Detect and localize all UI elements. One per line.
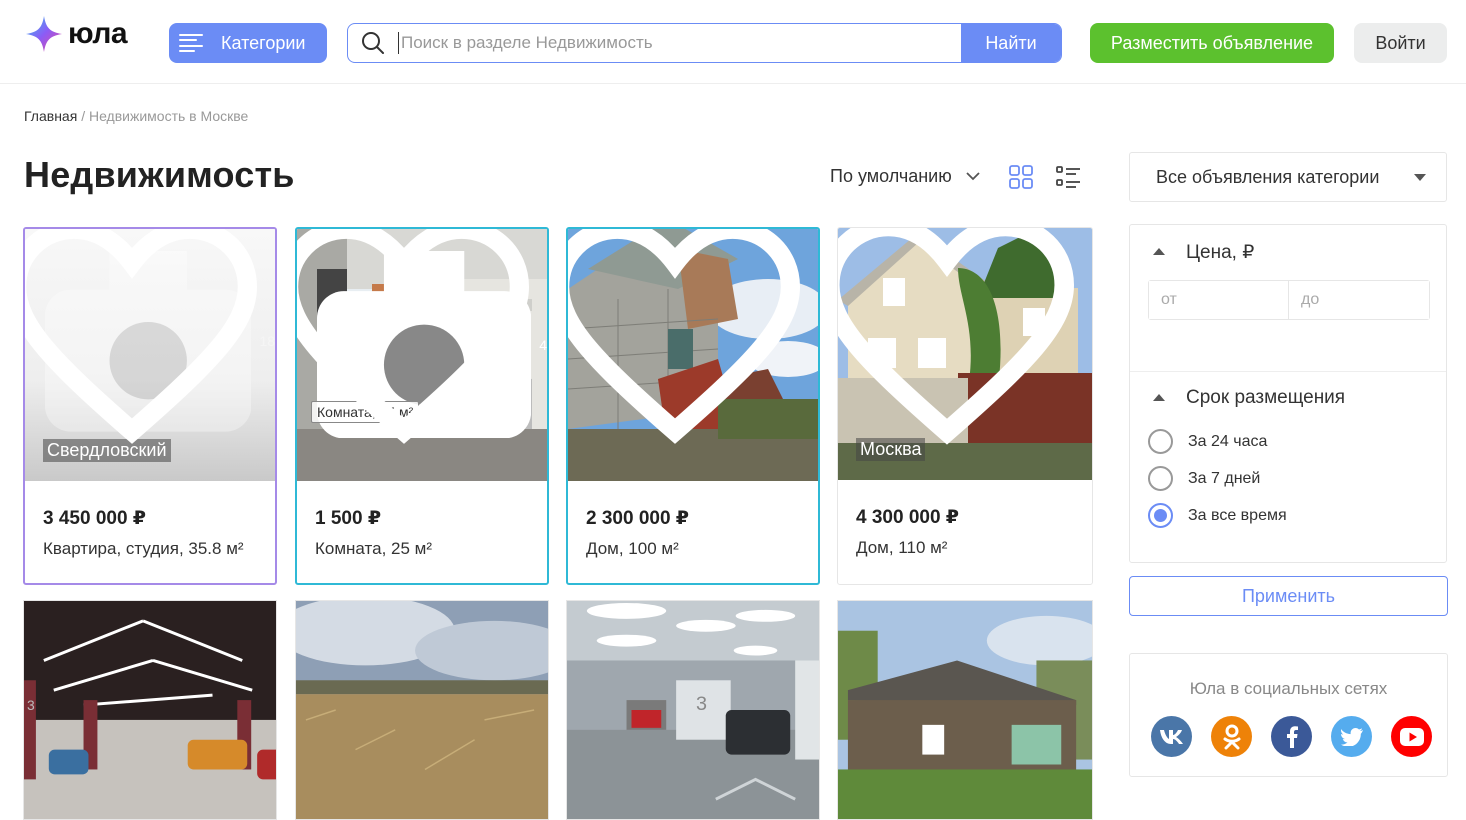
listing-image[interactable]: 4 Комната, 25 м² — [297, 229, 547, 481]
breadcrumb-current: Недвижимость в Москве — [88, 108, 249, 124]
social-block: Юла в социальных сетях — [1129, 653, 1448, 777]
login-button[interactable]: Войти — [1354, 23, 1447, 63]
breadcrumb-home[interactable]: Главная — [24, 108, 77, 124]
search-button[interactable]: Найти — [961, 24, 1061, 62]
listing-card[interactable]: 18 Свердловский 3 450 000 ₽ Квартира, ст… — [23, 227, 277, 585]
category-select-value: Все объявления категории — [1156, 166, 1380, 187]
listing-card[interactable] — [837, 600, 1093, 820]
grid-view-icon[interactable] — [1009, 165, 1033, 194]
youtube-icon[interactable] — [1391, 716, 1432, 757]
collapse-period-icon[interactable] — [1153, 394, 1165, 401]
listing-description[interactable]: Комната, 25 м² — [315, 539, 432, 559]
radio-button[interactable] — [1148, 429, 1173, 454]
listing-card[interactable]: 3 — [566, 600, 820, 820]
period-option-7d[interactable]: За 7 дней — [1148, 466, 1260, 491]
logo[interactable]: юла — [24, 14, 128, 54]
post-ad-button[interactable]: Разместить объявление — [1090, 23, 1334, 63]
price-from-input[interactable] — [1149, 281, 1289, 319]
categories-button[interactable]: Категории — [169, 23, 327, 63]
sort-dropdown[interactable]: По умолчанию — [830, 166, 980, 187]
listing-price: 3 450 000 ₽ — [43, 508, 147, 529]
search-bar: Найти — [347, 23, 1062, 63]
vk-icon[interactable] — [1151, 716, 1192, 757]
breadcrumb-separator: / — [81, 108, 86, 124]
listing-card[interactable]: 4 Комната, 25 м² 1 500 ₽ Комната, 25 м² — [295, 227, 549, 585]
category-select[interactable]: Все объявления категории — [1129, 152, 1447, 202]
apply-button[interactable]: Применить — [1129, 576, 1448, 616]
breadcrumb: Главная / Недвижимость в Москве — [24, 108, 248, 124]
listing-image[interactable] — [568, 229, 818, 481]
caret-down-icon — [1414, 174, 1426, 181]
listing-description[interactable]: Дом, 100 м² — [586, 539, 679, 559]
divider — [1130, 371, 1446, 372]
sort-label: По умолчанию — [830, 166, 952, 186]
chevron-down-icon — [966, 172, 980, 181]
period-filter-title[interactable]: Срок размещения — [1186, 387, 1345, 409]
facebook-icon[interactable] — [1271, 716, 1312, 757]
listing-card[interactable]: Москва 4 300 000 ₽ Дом, 110 м² — [837, 227, 1093, 585]
listing-image[interactable]: Москва — [838, 228, 1092, 480]
listing-description[interactable]: Дом, 110 м² — [856, 538, 947, 558]
period-option-all[interactable]: За все время — [1148, 503, 1287, 528]
header: юла Категории Найти Разместить объявлени… — [0, 0, 1466, 84]
period-option-24h[interactable]: За 24 часа — [1148, 429, 1267, 454]
radio-button[interactable] — [1148, 466, 1173, 491]
favorite-heart-icon[interactable] — [25, 229, 257, 461]
page-title: Недвижимость — [24, 154, 295, 195]
listing-description[interactable]: Квартира, студия, 35.8 м² — [43, 539, 244, 559]
categories-label: Категории — [221, 32, 306, 53]
collapse-price-icon[interactable] — [1153, 248, 1165, 255]
radio-button-selected[interactable] — [1148, 503, 1173, 528]
menu-icon — [179, 34, 203, 52]
svg-text:3: 3 — [696, 693, 707, 715]
search-icon — [348, 24, 398, 62]
price-range — [1148, 280, 1430, 320]
price-to-input[interactable] — [1289, 281, 1429, 319]
svg-text:3: 3 — [27, 697, 35, 713]
listing-price: 1 500 ₽ — [315, 508, 382, 529]
twitter-icon[interactable] — [1331, 716, 1372, 757]
listing-card[interactable]: 3 — [23, 600, 277, 820]
listing-card[interactable]: 2 300 000 ₽ Дом, 100 м² — [566, 227, 820, 585]
favorite-heart-icon[interactable] — [297, 229, 529, 461]
listing-price: 2 300 000 ₽ — [586, 508, 690, 529]
logo-text: юла — [68, 17, 128, 50]
listing-image[interactable] — [296, 601, 548, 819]
ok-icon[interactable] — [1211, 716, 1252, 757]
search-input[interactable] — [398, 32, 961, 54]
listing-image[interactable]: 3 — [567, 601, 819, 819]
favorite-heart-icon[interactable] — [568, 229, 800, 461]
list-view-icon[interactable] — [1056, 166, 1080, 193]
logo-star-icon — [26, 16, 62, 52]
price-filter-title[interactable]: Цена, ₽ — [1186, 241, 1254, 264]
listing-image[interactable] — [838, 601, 1092, 819]
listing-image[interactable]: 18 Свердловский — [25, 229, 275, 481]
listing-image[interactable]: 3 — [24, 601, 276, 819]
favorite-heart-icon[interactable] — [838, 228, 1074, 460]
listing-price: 4 300 000 ₽ — [856, 507, 960, 528]
listing-card[interactable] — [295, 600, 549, 820]
social-title: Юла в социальных сетях — [1189, 679, 1388, 698]
filters-panel: Цена, ₽ Срок размещения За 24 часа За 7 … — [1129, 224, 1447, 563]
